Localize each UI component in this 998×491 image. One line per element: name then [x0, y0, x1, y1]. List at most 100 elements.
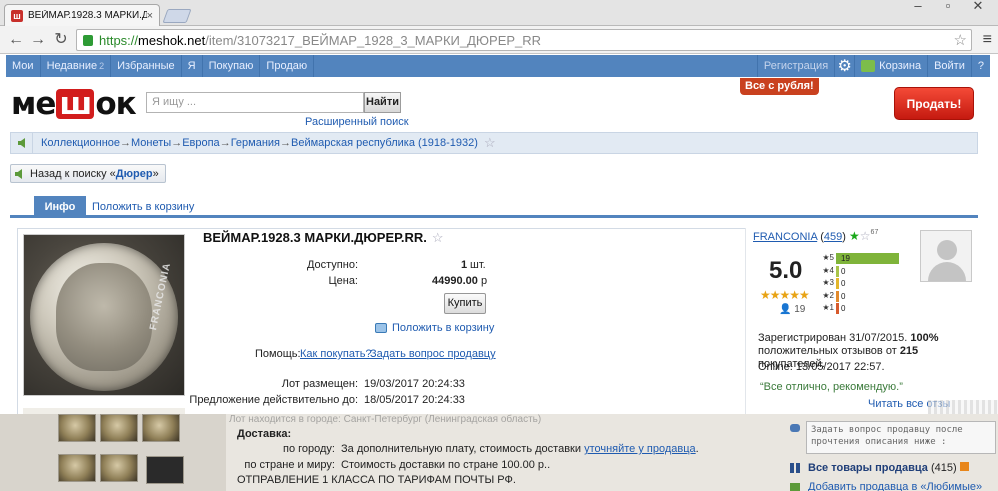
seller-online: Online: 13/05/2017 22:57.: [758, 361, 885, 373]
how-to-buy-link[interactable]: Как покупать?: [300, 348, 372, 360]
logo-part-1: ме: [11, 86, 56, 122]
lot-photo[interactable]: FRANCONIA: [23, 234, 185, 396]
add-seller-favorite-link[interactable]: Добавить продавца в «Любимые»: [808, 481, 982, 491]
breadcrumb-star-icon[interactable]: ☆: [484, 135, 496, 151]
rating-bar-label: ★1: [822, 303, 834, 312]
nav-right-group: Регистрация ⚙ Корзина Войти ?: [756, 55, 990, 77]
thumbnail[interactable]: [100, 454, 138, 482]
rating-bar-label: ★3: [822, 278, 834, 287]
gear-icon[interactable]: ⚙: [834, 55, 854, 77]
cart-link[interactable]: Корзина: [854, 55, 927, 77]
tab-add-to-cart[interactable]: Положить в корзину: [92, 196, 194, 218]
ask-seller-link[interactable]: Задать вопрос продавцу: [370, 348, 496, 360]
seller-name-link[interactable]: FRANCONIA: [753, 231, 817, 243]
browser-tab[interactable]: ш ВЕЙМАР.1928.3 МАРКИ.ДЮ ×: [4, 4, 160, 26]
thumbnail[interactable]: [146, 456, 184, 484]
promo-badge[interactable]: Все с рубля!: [740, 78, 819, 95]
favicon-icon: ш: [11, 9, 23, 22]
nav-item-recent[interactable]: Недавние 2: [41, 55, 112, 77]
price-label: Цена:: [328, 275, 358, 287]
bookmark-star-icon[interactable]: ☆: [954, 31, 967, 49]
sell-button[interactable]: Продать!: [894, 87, 974, 120]
ask-seller-delivery-link[interactable]: уточняйте у продавца: [584, 443, 696, 455]
thumbnail[interactable]: [142, 414, 180, 442]
tab-info[interactable]: Инфо: [34, 196, 86, 218]
seller-count-link[interactable]: 459: [824, 231, 842, 243]
buyers-count: 215: [899, 345, 919, 357]
price-unit: р: [481, 275, 488, 287]
rating-bar-count: 0: [841, 291, 846, 301]
faded-edge: [928, 400, 998, 414]
advanced-search-link[interactable]: Расширенный поиск: [305, 116, 409, 128]
new-tab-button[interactable]: [162, 9, 192, 23]
rating-bar-row: ★5 19: [820, 252, 902, 264]
back-to-search-suffix: »: [152, 167, 159, 180]
tab-close-icon[interactable]: ×: [147, 10, 153, 22]
back-arrow-icon[interactable]: ←: [6, 30, 26, 50]
nav-item-buying[interactable]: Покупаю: [203, 55, 261, 77]
breadcrumb-item[interactable]: Веймарская республика (1918-1932): [291, 137, 478, 149]
lot-tabs: Инфо Положить в корзину: [10, 196, 978, 218]
url-host: meshok.net: [138, 32, 206, 48]
avatar[interactable]: [920, 230, 972, 282]
search-button[interactable]: Найти: [364, 92, 401, 113]
seller-sup: 67: [870, 229, 879, 236]
site-logo[interactable]: ме ш ок: [11, 86, 137, 122]
tab-title: ВЕЙМАР.1928.3 МАРКИ.ДЮ: [28, 10, 147, 21]
price-value: 44990.00: [432, 275, 478, 287]
rating-bar-row: ★4 0: [820, 265, 902, 277]
nav-item-me[interactable]: Я: [182, 55, 203, 77]
url-path: /item/31073217_ВЕЙМАР_1928_3_МАРКИ_ДЮРЕР…: [205, 32, 542, 48]
seller-star-outline-icon: ☆: [859, 229, 871, 243]
valid-value: 18/05/2017 20:24:33: [364, 394, 465, 406]
add-to-cart-link[interactable]: Положить в корзину: [375, 322, 494, 334]
rating-stars-icon: ★★★★★: [760, 288, 810, 302]
nav-item-my[interactable]: Мои: [6, 55, 41, 77]
rating-bar-count: 0: [841, 279, 846, 288]
rating-bar-count: 0: [841, 266, 846, 276]
thumbnail[interactable]: [58, 414, 96, 442]
logo-part-3: ок: [95, 86, 136, 122]
browser-menu-icon[interactable]: ≡: [983, 31, 992, 49]
back-to-search-button[interactable]: Назад к поиску «Дюрер»: [10, 164, 166, 183]
breadcrumb-item[interactable]: Коллекционное: [41, 137, 120, 149]
buy-button[interactable]: Купить: [444, 293, 486, 314]
forward-arrow-icon[interactable]: →: [28, 30, 48, 50]
rating-bar-row: ★3 0: [820, 277, 902, 289]
search-input[interactable]: Я ищу ...: [146, 92, 364, 113]
avatar-head: [937, 240, 957, 260]
register-link[interactable]: Регистрация: [756, 55, 834, 77]
help-label: Помощь:: [255, 348, 301, 360]
all-seller-goods-link[interactable]: Все товары продавца (415): [808, 462, 969, 474]
rss-icon[interactable]: [959, 462, 969, 471]
cart-add-icon: [375, 323, 387, 333]
login-link[interactable]: Войти: [927, 55, 971, 77]
seller-star-green-icon: ★: [849, 229, 860, 243]
rating-bars: ★5 19 ★4 0 ★3 0 ★2 0 ★1 0: [820, 252, 902, 322]
ask-seller-textarea[interactable]: Задать вопрос продавцу после прочтения о…: [806, 421, 996, 454]
maximize-icon[interactable]: ▫: [934, 0, 962, 12]
add-favorite-icon: [790, 483, 800, 491]
breadcrumb-separator: →: [120, 137, 131, 149]
breadcrumb-item[interactable]: Европа: [182, 137, 220, 149]
nav-item-favorites[interactable]: Избранные: [111, 55, 182, 77]
all-goods-count: (415): [930, 462, 957, 474]
city-delivery-end: .: [695, 443, 699, 455]
reload-icon[interactable]: ↻: [51, 30, 71, 50]
seller-header: FRANCONIA (459) ★☆67: [753, 229, 879, 243]
thumbnail[interactable]: [58, 454, 96, 482]
browser-toolbar: ← → ↻ https://meshok.net/item/31073217_В…: [0, 26, 998, 54]
minimize-icon[interactable]: –: [904, 0, 932, 12]
lot-favorite-star-icon[interactable]: ☆: [432, 230, 444, 245]
breadcrumb-item[interactable]: Монеты: [131, 137, 171, 149]
nav-item-selling[interactable]: Продаю: [260, 55, 315, 77]
breadcrumb-back-button[interactable]: [11, 133, 33, 153]
thumbnail[interactable]: [100, 414, 138, 442]
help-link[interactable]: ?: [970, 55, 990, 77]
address-bar[interactable]: https://meshok.net/item/31073217_ВЕЙМАР_…: [76, 29, 972, 51]
positive-text: положительных отзывов от: [758, 345, 897, 357]
back-to-search-prefix: Назад к поиску «: [30, 167, 116, 180]
breadcrumb-item[interactable]: Германия: [231, 137, 280, 149]
all-goods-label: Все товары продавца: [808, 462, 928, 474]
close-window-icon[interactable]: ✕: [964, 0, 992, 12]
